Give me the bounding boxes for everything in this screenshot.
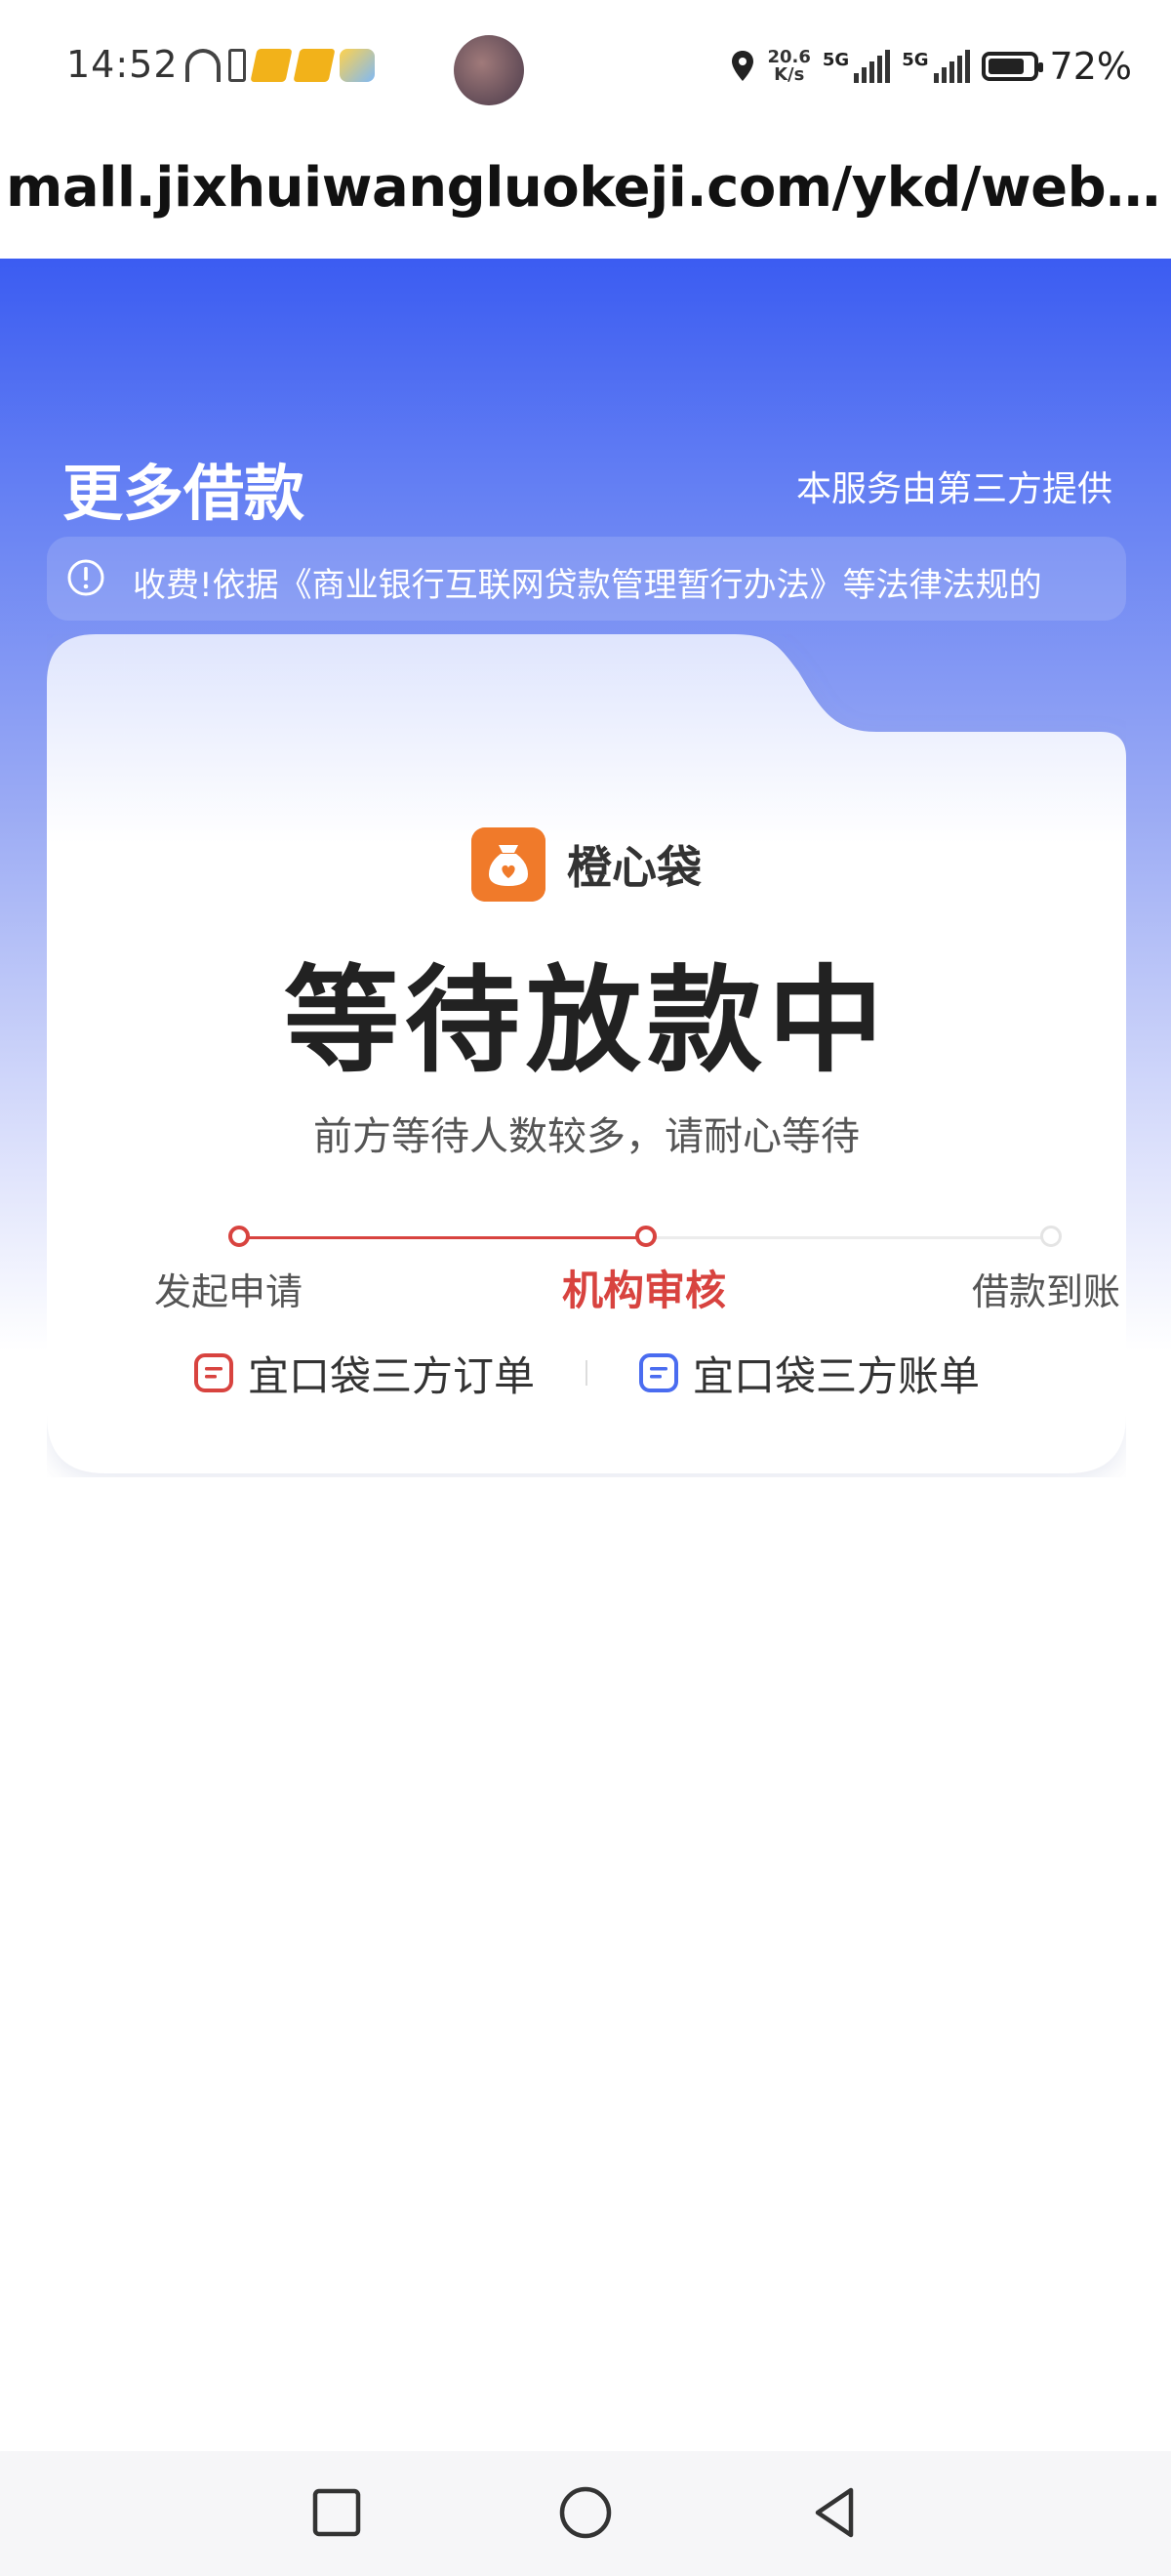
battery-percent: 72% bbox=[1049, 45, 1132, 88]
step-dot-apply bbox=[228, 1226, 250, 1247]
status-right: 20.6 K/s 5G 5G 72% bbox=[730, 45, 1132, 88]
provider-note: 本服务由第三方提供 bbox=[795, 469, 1112, 509]
circle-icon[interactable] bbox=[551, 2478, 620, 2547]
notice-text: 收费!依据《商业银行互联网贷款管理暂行办法》等法律法规的 bbox=[133, 566, 1042, 605]
battery-icon bbox=[981, 52, 1043, 81]
folder-icon bbox=[293, 49, 336, 82]
signal-strength-1: 5G bbox=[822, 50, 891, 83]
net-speed-unit: K/s bbox=[774, 64, 805, 85]
bill-link-label: 宜口袋三方账单 bbox=[693, 1351, 981, 1400]
step-dot-review bbox=[635, 1226, 657, 1247]
step-label-disburse: 借款到账 bbox=[972, 1270, 1121, 1313]
system-nav-bar bbox=[0, 2451, 1171, 2576]
order-link[interactable]: 宜口袋三方订单 bbox=[193, 1344, 535, 1403]
step-label-review: 机构审核 bbox=[562, 1267, 727, 1314]
status-bar: 14:52 20.6 K/s 5G 5G 72% bbox=[0, 0, 1171, 146]
folder-icon bbox=[250, 49, 293, 82]
progress-line-pending bbox=[650, 1236, 1050, 1239]
signal-strength-2: 5G bbox=[902, 50, 970, 83]
square-icon[interactable] bbox=[303, 2478, 371, 2547]
weather-icon bbox=[340, 49, 375, 82]
location-icon bbox=[732, 51, 754, 81]
bag-logo-icon bbox=[471, 827, 545, 902]
link-divider bbox=[586, 1360, 587, 1386]
step-label-apply: 发起申请 bbox=[154, 1270, 303, 1313]
battery-small-icon bbox=[228, 49, 246, 82]
card-links: 宜口袋三方订单 宜口袋三方账单 bbox=[47, 1339, 1126, 1407]
net-speed: 20.6 K/s bbox=[767, 49, 810, 84]
order-icon bbox=[193, 1353, 233, 1392]
network-type-2: 5G bbox=[902, 50, 929, 70]
headset-icon bbox=[185, 49, 221, 82]
progress-steps: 发起申请 机构审核 借款到账 bbox=[103, 1205, 1120, 1314]
loan-status-card: 橙心袋 等待放款中 前方等待人数较多，请耐心等待 发起申请 机构审核 借款到账 … bbox=[47, 634, 1126, 1477]
url-text[interactable]: mall.jixhuiwangluokeji.com/ykd/webapp... bbox=[6, 156, 1167, 220]
brand-name: 橙心袋 bbox=[567, 841, 702, 894]
notice-bar[interactable]: 收费!依据《商业银行互联网贷款管理暂行办法》等法律法规的 bbox=[47, 537, 1126, 621]
status-title: 等待放款中 bbox=[283, 953, 889, 1088]
status-description: 前方等待人数较多，请耐心等待 bbox=[313, 1114, 860, 1159]
bill-icon bbox=[639, 1353, 678, 1392]
status-time: 14:52 bbox=[66, 43, 179, 86]
step-dot-disburse bbox=[1040, 1226, 1062, 1247]
info-icon bbox=[67, 559, 104, 596]
avatar bbox=[454, 35, 524, 105]
notification-icons bbox=[185, 49, 375, 82]
brand: 橙心袋 bbox=[47, 827, 1126, 902]
order-link-label: 宜口袋三方订单 bbox=[247, 1351, 535, 1400]
back-triangle-icon[interactable] bbox=[800, 2478, 868, 2547]
network-type-1: 5G bbox=[822, 50, 850, 70]
bill-link[interactable]: 宜口袋三方账单 bbox=[638, 1344, 980, 1403]
page-title: 更多借款 bbox=[62, 458, 305, 529]
progress-line-complete bbox=[240, 1236, 646, 1239]
